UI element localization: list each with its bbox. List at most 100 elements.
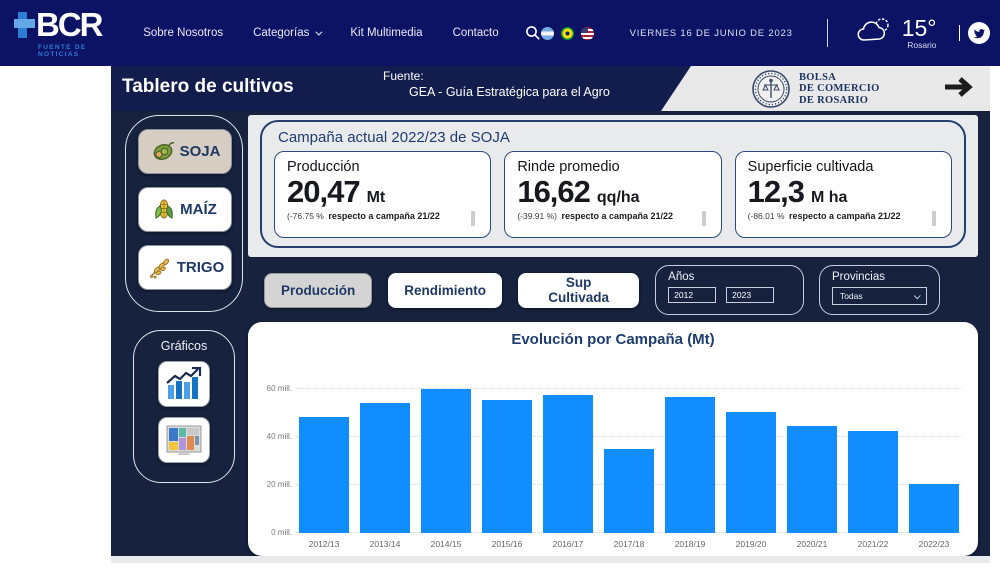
source-label: Fuente: [373, 69, 610, 83]
kpi-unit: Mt [367, 189, 386, 207]
y-axis-tick: 0 mill. [250, 528, 292, 537]
source-value: GEA - Guía Estratégica para el Agro [373, 85, 610, 99]
x-axis-label: 2015/16 [482, 539, 532, 549]
kpi-title: Campaña actual 2022/23 de SOJA [262, 122, 964, 146]
nav-item-contacto[interactable]: Contacto [453, 27, 499, 39]
charts-panel: Gráficos [133, 330, 235, 483]
argentina-flag-icon[interactable] [541, 27, 554, 40]
kpi-unit: M ha [811, 189, 847, 207]
provinces-select[interactable]: Todas [832, 287, 927, 305]
chevron-down-icon [316, 28, 323, 35]
chart-title: Evolución por Campaña (Mt) [248, 322, 978, 348]
controls-row: Producción Rendimiento Sup Cultivada Año… [248, 261, 978, 319]
wheat-icon [146, 257, 172, 279]
kpi-card-superficie: Superficie cultivada 12,3 M ha (-86.01 %… [735, 151, 952, 238]
dashboard-footer-strip [111, 556, 990, 563]
caption-scrollbar[interactable] [702, 211, 706, 226]
provinces-label: Provincias [832, 271, 927, 283]
nav-item-kit-multimedia[interactable]: Kit Multimedia [350, 27, 422, 39]
chart-plot-area: 0 mill.20 mill.40 mill.60 mill. [296, 360, 962, 533]
x-axis-label: 2017/18 [604, 539, 654, 549]
crop-selector-panel: SOJA MAÍZ [125, 115, 243, 312]
corn-icon [153, 198, 175, 222]
years-label: Años [668, 271, 791, 283]
y-axis-tick: 60 mill. [250, 384, 292, 393]
caption-scrollbar[interactable] [932, 211, 936, 226]
search-icon[interactable] [525, 25, 541, 41]
bar-2022/23[interactable] [909, 484, 959, 533]
kpi-value: 20,47 [287, 176, 360, 208]
org-line1: BOLSA [799, 72, 880, 84]
y-axis-tick: 40 mill. [250, 432, 292, 441]
bar-2020/21[interactable] [787, 426, 837, 533]
nav-item-sobre-nosotros[interactable]: Sobre Nosotros [143, 27, 223, 39]
page: BCR FUENTE DE NOTICIAS Sobre Nosotros Ca… [0, 0, 1000, 569]
weather-city: Rosario [907, 40, 936, 50]
soybean-icon [150, 141, 175, 163]
weather-widget: 15° Rosario [856, 16, 937, 50]
bar-2015/16[interactable] [482, 400, 532, 533]
bcr-seal-icon [751, 69, 791, 109]
kpi-panel: Campaña actual 2022/23 de SOJA Producció… [248, 115, 978, 257]
x-axis-label: 2019/20 [726, 539, 776, 549]
arrow-right-icon[interactable] [943, 74, 975, 100]
top-nav: BCR FUENTE DE NOTICIAS Sobre Nosotros Ca… [0, 0, 1000, 66]
x-axis-label: 2020/21 [787, 539, 837, 549]
bcr-logo-subtitle: FUENTE DE NOTICIAS [38, 44, 117, 58]
kpi-container: Campaña actual 2022/23 de SOJA Producció… [260, 120, 966, 248]
kpi-card-rinde: Rinde promedio 16,62 qq/ha (-39.91 %) re… [504, 151, 721, 238]
cultivos-dashboard: Tablero de cultivos Fuente: GEA - Guía E… [111, 66, 990, 556]
bar-chart-trend-icon [165, 367, 203, 401]
kpi-value: 16,62 [517, 176, 590, 208]
kpi-unit: qq/ha [597, 189, 640, 207]
bar-2021/22[interactable] [848, 431, 898, 533]
brazil-flag-icon[interactable] [561, 27, 574, 40]
treemap-view-button[interactable] [158, 417, 210, 463]
metric-button-sup-cultivada[interactable]: Sup Cultivada [518, 273, 639, 308]
evolution-chart-panel: Evolución por Campaña (Mt) 0 mill.20 mil… [248, 322, 978, 556]
org-line3: DE ROSARIO [799, 95, 880, 107]
chevron-down-icon [914, 292, 921, 299]
x-axis-label: 2021/22 [848, 539, 898, 549]
x-axis-label: 2016/17 [543, 539, 593, 549]
org-line2: DE COMERCIO [799, 83, 880, 95]
bar-2018/19[interactable] [665, 397, 715, 533]
treemap-icon [165, 424, 203, 456]
metric-button-rendimiento[interactable]: Rendimiento [388, 273, 502, 308]
bar-2017/18[interactable] [604, 449, 654, 533]
social-links [959, 22, 991, 44]
crop-button-soja[interactable]: SOJA [138, 129, 232, 174]
temperature: 15° [902, 16, 937, 40]
bar-2016/17[interactable] [543, 395, 593, 533]
nav-separator [827, 19, 828, 47]
x-axis-label: 2018/19 [665, 539, 715, 549]
crop-button-maiz[interactable]: MAÍZ [138, 187, 232, 232]
source-banner: Fuente: GEA - Guía Estratégica para el A… [373, 69, 610, 99]
nav-item-categorias[interactable]: Categorías [253, 27, 320, 39]
y-axis-tick: 20 mill. [250, 480, 292, 489]
cloudy-icon [856, 16, 892, 44]
years-filter: Años [655, 265, 804, 315]
bar-2014/15[interactable] [421, 389, 471, 533]
x-axis-label: 2014/15 [421, 539, 471, 549]
bar-2019/20[interactable] [726, 412, 776, 533]
year-to-input[interactable] [726, 287, 774, 303]
bcr-logo[interactable]: BCR FUENTE DE NOTICIAS [14, 8, 117, 58]
caption-scrollbar[interactable] [471, 211, 475, 226]
year-from-input[interactable] [668, 287, 716, 303]
dashboard-content: Campaña actual 2022/23 de SOJA Producció… [248, 111, 990, 556]
bcr-logo-text: BCR [36, 10, 102, 40]
x-axis-label: 2013/14 [360, 539, 410, 549]
metric-button-produccion[interactable]: Producción [264, 273, 372, 308]
bar-2012/13[interactable] [299, 417, 349, 533]
kpi-value: 12,3 [748, 176, 804, 208]
usa-flag-icon[interactable] [581, 27, 594, 40]
kpi-caption: (-76.75 % respecto a campaña 21/22 [287, 209, 480, 229]
bar-2013/14[interactable] [360, 403, 410, 533]
crop-button-trigo[interactable]: TRIGO [138, 245, 232, 290]
dashboard-title: Tablero de cultivos [122, 76, 294, 98]
provinces-filter: Provincias Todas [819, 265, 940, 315]
twitter-icon[interactable] [968, 22, 990, 44]
bar-chart-view-button[interactable] [158, 361, 210, 407]
nav-date: VIERNES 16 DE JUNIO DE 2023 [630, 28, 793, 39]
